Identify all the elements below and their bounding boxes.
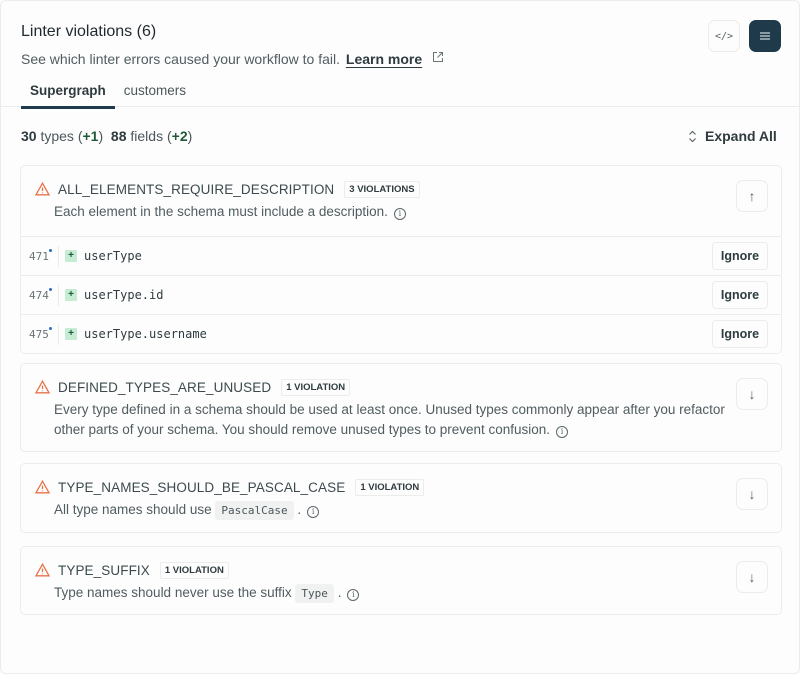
violation-card: DEFINED_TYPES_ARE_UNUSED 1 VIOLATION Eve… — [20, 363, 782, 452]
added-marker: + — [65, 250, 77, 262]
rule-description: All type names should use PascalCase . i — [54, 500, 744, 521]
warning-icon — [35, 380, 50, 394]
field-name: userType.id — [84, 288, 164, 302]
field-name: userType — [84, 249, 142, 263]
arrow-down-icon: ↓ — [748, 386, 756, 402]
fields-count: 88 — [110, 128, 127, 144]
violation-card: TYPE_NAMES_SHOULD_BE_PASCAL_CASE 1 VIOLA… — [20, 463, 782, 533]
subtitle-text: See which linter errors caused your work… — [21, 51, 341, 67]
violation-count-badge: 3 VIOLATIONS — [344, 180, 420, 198]
expand-button[interactable]: ↓ — [736, 378, 768, 410]
line-number: 471 — [21, 245, 59, 267]
rule-description: Every type defined in a schema should be… — [54, 400, 754, 440]
rule-name: TYPE_SUFFIX — [58, 562, 150, 578]
field-name: userType.username — [84, 327, 207, 341]
violation-card: ALL_ELEMENTS_REQUIRE_DESCRIPTION 3 VIOLA… — [20, 165, 782, 354]
inline-code: Type — [295, 584, 334, 603]
added-marker: + — [65, 328, 77, 340]
info-icon[interactable]: i — [347, 589, 360, 601]
rule-description: Each element in the schema must include … — [54, 202, 744, 222]
warning-icon — [35, 480, 50, 494]
warning-icon — [35, 182, 50, 196]
change-dot — [49, 326, 52, 330]
ignore-button[interactable]: Ignore — [712, 242, 768, 270]
learn-more-link[interactable]: Learn more — [346, 51, 422, 67]
tab-bar: Supergraph customers — [21, 81, 195, 109]
tab-supergraph[interactable]: Supergraph — [21, 81, 115, 109]
added-marker: + — [65, 289, 77, 301]
info-icon[interactable]: i — [393, 208, 406, 220]
violation-count-badge: 1 VIOLATION — [159, 561, 229, 579]
code-view-button[interactable]: </> — [708, 20, 740, 52]
arrow-down-icon: ↓ — [748, 486, 756, 502]
violation-count-badge: 1 VIOLATION — [281, 378, 351, 396]
collapse-button[interactable]: ↑ — [736, 180, 768, 212]
rule-description-text: Every type defined in a schema should be… — [54, 402, 725, 437]
line-number-text: 474 — [29, 288, 49, 302]
rule-description-text: Type names should never use the suffix — [54, 585, 292, 600]
panel-header: Linter violations (6) See which linter e… — [1, 1, 799, 109]
arrow-down-icon: ↓ — [748, 569, 756, 585]
expand-button[interactable]: ↓ — [736, 478, 768, 510]
violation-rows: 471 + userType Ignore 474 + userType.id … — [21, 236, 781, 353]
rule-name: ALL_ELEMENTS_REQUIRE_DESCRIPTION — [58, 181, 335, 197]
rule-description-text: All type names should use — [54, 502, 212, 517]
types-label: types — [40, 128, 74, 144]
chevron-up-down-icon — [689, 130, 696, 142]
ignore-button[interactable]: Ignore — [712, 320, 768, 348]
expand-button[interactable]: ↓ — [736, 561, 768, 593]
violation-card: TYPE_SUFFIX 1 VIOLATION Type names shoul… — [20, 546, 782, 615]
info-icon[interactable]: i — [556, 426, 569, 438]
violation-count-badge: 1 VIOLATION — [355, 478, 425, 496]
code-icon: </> — [714, 30, 734, 42]
rule-name: DEFINED_TYPES_ARE_UNUSED — [58, 379, 272, 395]
expand-all-label: Expand All — [705, 128, 777, 144]
page-subtitle: See which linter errors caused your work… — [21, 51, 444, 67]
tab-customers[interactable]: customers — [115, 81, 195, 109]
change-dot — [49, 248, 52, 252]
warning-icon — [35, 563, 50, 577]
external-link-icon[interactable] — [432, 51, 444, 63]
rule-name: TYPE_NAMES_SHOULD_BE_PASCAL_CASE — [58, 479, 346, 495]
inline-code: PascalCase — [215, 501, 294, 520]
fields-delta: +2 — [171, 128, 188, 144]
line-number: 474 — [21, 284, 59, 306]
page-title: Linter violations (6) — [21, 23, 157, 40]
rule-description-suffix: . — [297, 502, 302, 517]
rule-description-text: Each element in the schema must include … — [54, 204, 388, 219]
info-icon[interactable]: i — [307, 506, 320, 518]
line-number: 475 — [21, 323, 59, 345]
arrow-up-icon: ↑ — [748, 188, 756, 204]
types-count: 30 — [21, 128, 37, 144]
schema-stats: 30 types (+1) 88 fields (+2) — [21, 128, 193, 144]
ignore-button[interactable]: Ignore — [712, 281, 768, 309]
rule-description: Type names should never use the suffix T… — [54, 583, 744, 604]
linter-panel: Linter violations (6) See which linter e… — [0, 0, 800, 674]
types-delta: +1 — [82, 128, 99, 144]
change-dot — [49, 287, 52, 291]
table-row: 475 + userType.username Ignore — [21, 314, 781, 353]
fields-label: fields — [130, 128, 164, 144]
table-row: 471 + userType Ignore — [21, 236, 781, 275]
list-view-button[interactable] — [749, 20, 781, 52]
expand-all-button[interactable]: Expand All — [688, 128, 777, 144]
table-row: 474 + userType.id Ignore — [21, 275, 781, 314]
rule-description-suffix: . — [337, 585, 342, 600]
line-number-text: 475 — [29, 327, 49, 341]
line-number-text: 471 — [29, 249, 49, 263]
menu-icon — [760, 32, 770, 40]
